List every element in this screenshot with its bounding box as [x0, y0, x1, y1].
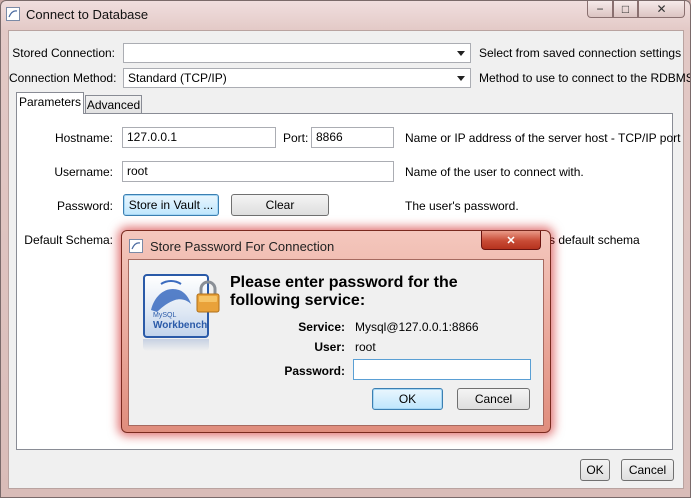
- chevron-down-icon: [457, 76, 465, 81]
- dialog-cancel-button[interactable]: Cancel: [457, 388, 530, 410]
- connection-method-value: Standard (TCP/IP): [128, 71, 227, 85]
- tab-advanced[interactable]: Advanced: [85, 95, 142, 114]
- cancel-button[interactable]: Cancel: [621, 459, 674, 481]
- dialog-password-input[interactable]: [353, 359, 531, 380]
- port-input[interactable]: 8866: [311, 127, 394, 148]
- dialog-client-area: MySQL Workbench Please enter password fo…: [128, 259, 544, 426]
- tab-parameters-label: Parameters: [18, 95, 82, 109]
- connection-method-select[interactable]: Standard (TCP/IP): [123, 68, 471, 88]
- username-help: Name of the user to connect with.: [405, 165, 584, 179]
- dialog-password-label: Password:: [284, 364, 345, 378]
- dialog-heading-line1: Please enter password for the: [230, 274, 458, 291]
- stored-connection-help: Select from saved connection settings: [479, 46, 682, 60]
- dialog-heading-line2: following service:: [230, 292, 366, 309]
- store-password-dialog: Store Password For Connection ✕ MySQL Wo…: [121, 230, 551, 433]
- tab-advanced-label: Advanced: [86, 98, 141, 112]
- username-input[interactable]: root: [122, 161, 394, 182]
- close-button[interactable]: ✕: [638, 1, 685, 18]
- stored-connection-label: Stored Connection:: [12, 46, 115, 60]
- service-value: Mysql@127.0.0.1:8866: [355, 320, 479, 334]
- close-icon: ✕: [656, 2, 667, 16]
- title-bar[interactable]: Connect to Database − □ ✕: [1, 1, 690, 29]
- maximize-button[interactable]: □: [613, 1, 638, 18]
- dialog-close-button[interactable]: ✕: [481, 231, 541, 250]
- hostname-help: Name or IP address of the server host - …: [405, 131, 681, 145]
- port-label: Port:: [283, 131, 309, 145]
- app-icon: [6, 7, 20, 21]
- tab-parameters[interactable]: Parameters: [16, 92, 84, 114]
- logo-text: Workbench: [153, 320, 208, 331]
- ok-button[interactable]: OK: [580, 459, 610, 481]
- connection-method-label: Connection Method:: [9, 71, 117, 85]
- window-controls: − □ ✕: [587, 1, 687, 19]
- maximize-icon: □: [621, 2, 630, 16]
- hostname-input[interactable]: 127.0.0.1: [122, 127, 276, 148]
- hostname-label: Hostname:: [54, 131, 113, 145]
- logo-small-text: MySQL: [153, 312, 177, 319]
- minimize-icon: −: [596, 2, 604, 16]
- service-label: Service:: [298, 320, 345, 334]
- username-label: Username:: [54, 165, 113, 179]
- default-schema-label: Default Schema:: [24, 233, 113, 247]
- clear-password-button[interactable]: Clear: [231, 194, 329, 216]
- password-label: Password:: [56, 199, 113, 213]
- window-title: Connect to Database: [26, 7, 149, 22]
- password-help: The user's password.: [405, 199, 519, 213]
- padlock-icon: [196, 280, 220, 313]
- logo-reflection: [143, 339, 209, 351]
- connection-method-help: Method to use to connect to the RDBMS: [479, 71, 691, 85]
- user-value: root: [355, 340, 376, 354]
- dialog-title: Store Password For Connection: [150, 239, 335, 254]
- stored-connection-select[interactable]: [123, 43, 471, 63]
- dialog-ok-button[interactable]: OK: [372, 388, 443, 410]
- store-in-vault-button[interactable]: Store in Vault ...: [123, 194, 219, 216]
- chevron-down-icon: [457, 51, 465, 56]
- default-schema-help: s default schema: [549, 233, 640, 247]
- dialog-app-icon: [129, 239, 143, 253]
- user-label: User:: [314, 340, 345, 354]
- close-icon: ✕: [506, 234, 516, 247]
- dialog-heading: Please enter password for the following …: [230, 274, 458, 310]
- minimize-button[interactable]: −: [587, 1, 613, 18]
